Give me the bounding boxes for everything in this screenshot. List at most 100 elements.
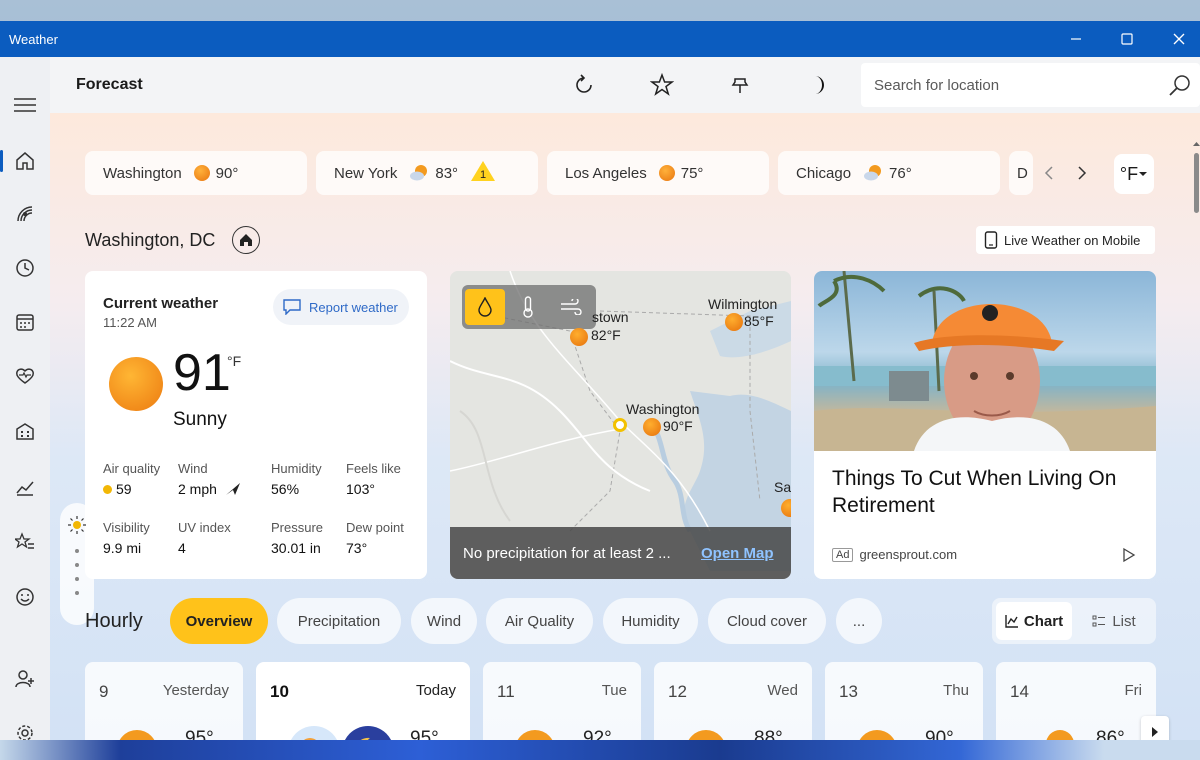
pin-button[interactable] [726,71,754,99]
sidebar-item-health[interactable] [0,358,50,394]
minimize-button[interactable] [1057,27,1095,51]
location-title: Washington, DC [85,230,216,250]
add-user-icon [15,670,34,688]
tab-overview[interactable]: Overview [170,598,268,644]
aqi-dot-icon [103,484,112,494]
sidebar-item-city[interactable] [0,413,50,449]
days-next-button[interactable] [1141,716,1169,740]
favorite-city-truncated[interactable]: D [1009,151,1033,195]
stat-pressure[interactable]: Pressure 30.01 in [271,520,323,556]
report-weather-button[interactable]: Report weather [273,289,409,325]
sidebar-item-radar[interactable] [0,196,50,232]
map-footer: No precipitation for at least 2 ... Open… [450,527,791,579]
stat-dew-point[interactable]: Dew point 73° [346,520,404,556]
weather-alert-badge[interactable]: 1 [470,160,496,186]
temperature-layer-button[interactable] [508,289,548,325]
menu-button[interactable] [0,87,50,123]
search-box[interactable] [861,63,1200,107]
current-weather-time: 11:22 AM [103,315,157,330]
quick-panel[interactable] [60,503,94,625]
weather-map-card[interactable]: stown 82°F Wilmington 85°F Washington 90… [450,271,791,579]
tab-cloud-cover[interactable]: Cloud cover [708,598,826,644]
stat-wind[interactable]: Wind 2 mph [178,461,241,497]
tab-humidity[interactable]: Humidity [603,598,698,644]
city-temp: 90° [215,164,239,182]
search-button[interactable] [1168,73,1192,102]
report-weather-label: Report weather [309,299,398,315]
sidebar-item-lifestyle[interactable] [0,579,50,615]
unit-dropdown[interactable]: °F [1114,154,1154,194]
close-icon [1173,33,1185,45]
favorite-city-new-york[interactable]: New York 83° 1 [316,151,538,195]
smiley-icon [16,588,34,606]
sidebar-item-favorites[interactable] [0,524,50,560]
open-map-link[interactable]: Open Map [701,545,774,562]
precipitation-layer-button[interactable] [465,289,505,325]
tab-air-quality[interactable]: Air Quality [486,598,593,644]
map-city-label: stown [592,309,629,325]
sidebar-item-forecast[interactable] [0,143,50,179]
day-card[interactable]: 14 Fri 86° [996,662,1156,740]
title-bar[interactable]: Weather [0,21,1200,57]
calendar-icon [16,314,34,331]
day-card[interactable]: 11 Tue 92° [483,662,641,740]
city-temp: 76° [889,164,912,182]
favorite-city-washington[interactable]: Washington 90° [85,151,307,195]
sidebar-item-trends[interactable] [0,469,50,505]
stat-uv-index[interactable]: UV index 4 [178,520,231,556]
day-card-today[interactable]: 10 Today 95° [256,662,470,740]
stat-air-quality[interactable]: Air quality 59 [103,461,160,497]
partly-cloudy-icon [864,165,882,181]
city-name: Los Angeles [565,164,647,182]
close-button[interactable] [1160,27,1198,51]
favorite-city-los-angeles[interactable]: Los Angeles 75° [547,151,769,195]
city-name: Washington [103,164,182,182]
search-input[interactable] [861,63,1161,107]
list-view-button[interactable]: List [1076,602,1152,640]
tab-wind[interactable]: Wind [411,598,477,644]
set-home-button[interactable] [232,226,260,254]
ad-card[interactable]: Things To Cut When Living On Retirement … [814,271,1156,579]
play-triangle-icon [1123,547,1136,563]
sidebar-item-history[interactable] [0,250,50,286]
ad-headline[interactable]: Things To Cut When Living On Retirement [832,465,1132,519]
tab-more[interactable]: ... [836,598,882,644]
partly-sunny-icon [688,730,724,740]
maximize-button[interactable] [1108,27,1146,51]
stat-feels-like[interactable]: Feels like 103° [346,461,401,497]
chart-view-button[interactable]: Chart [996,602,1072,640]
sunny-icon [193,165,210,181]
minimize-icon [1071,38,1081,40]
theme-button[interactable] [804,71,832,99]
wind-layer-button[interactable] [551,289,591,325]
tab-precipitation[interactable]: Precipitation [277,598,401,644]
city-name: Chicago [796,164,852,182]
scrollbar[interactable] [1193,141,1200,740]
refresh-button[interactable] [570,71,598,99]
scroll-thumb[interactable] [1194,153,1199,213]
sidebar-item-account[interactable] [0,661,50,697]
favorites-prev-button[interactable] [1039,161,1059,185]
map-city-temp: 82°F [591,327,621,343]
cloudy-sunny-icon [1046,730,1074,740]
phone-icon [984,231,998,249]
unit-label: °F [1119,163,1139,184]
chevron-right-icon [1152,727,1158,737]
sidebar-item-settings[interactable] [0,715,50,740]
favorite-city-chicago[interactable]: Chicago 76° [778,151,1000,195]
favorites-next-button[interactable] [1072,161,1092,185]
favorite-button[interactable] [648,71,676,99]
map-city-temp: 85°F [744,313,774,329]
sidebar-item-monthly[interactable] [0,304,50,340]
stat-visibility[interactable]: Visibility 9.9 mi [103,520,150,556]
refresh-icon [576,74,592,93]
day-card[interactable]: 13 Thu 90° [825,662,983,740]
stat-humidity[interactable]: Humidity 56% [271,461,322,497]
desktop-wallpaper-strip [0,740,1200,760]
day-card[interactable]: 9 Yesterday 95° [85,662,243,740]
ad-choices-button[interactable] [1122,547,1136,568]
maximize-icon [1121,33,1133,45]
ad-source: greensprout.com [859,547,958,562]
day-card[interactable]: 12 Wed 88° [654,662,812,740]
live-weather-mobile-button[interactable]: Live Weather on Mobile [976,226,1155,254]
